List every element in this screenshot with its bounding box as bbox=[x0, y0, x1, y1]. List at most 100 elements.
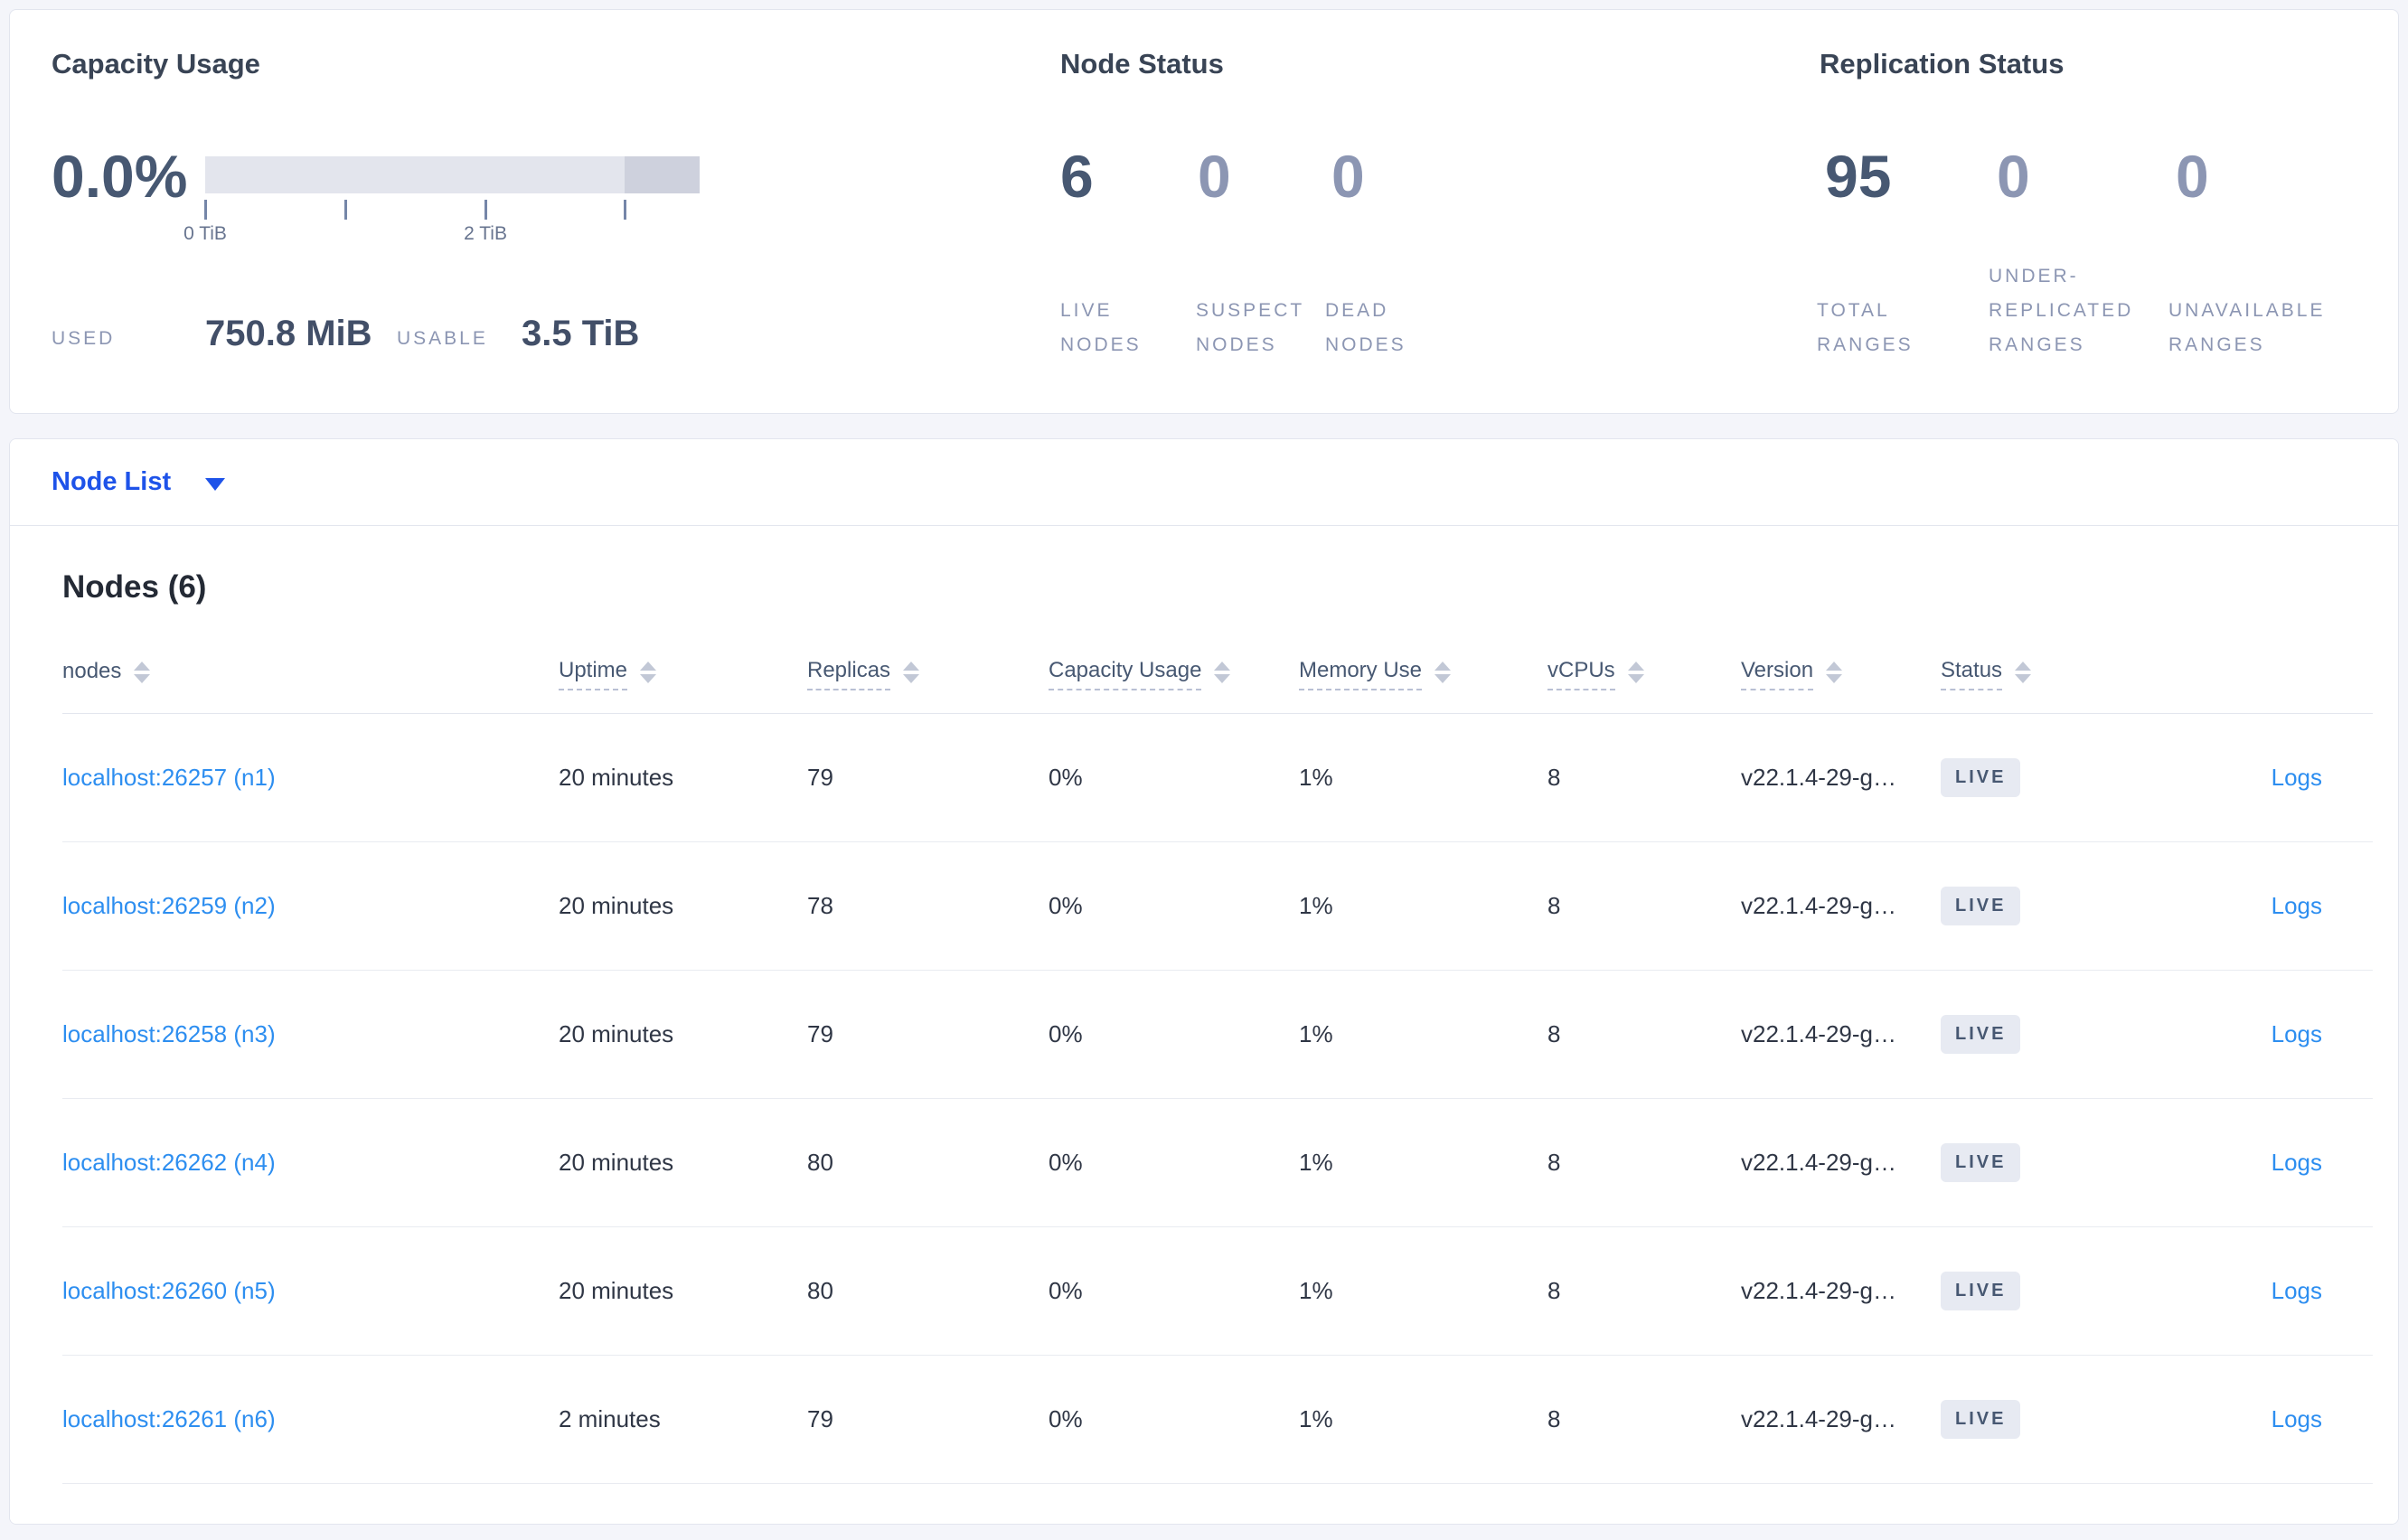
sort-icon bbox=[903, 661, 920, 683]
uptime-cell: 20 minutes bbox=[559, 764, 674, 791]
column-header-memory-use[interactable]: Memory Use bbox=[1299, 658, 1547, 690]
dead-nodes-label: DEAD NODES bbox=[1325, 300, 1406, 355]
replicas-cell: 79 bbox=[807, 1405, 833, 1432]
memory-use-cell: 1% bbox=[1299, 1020, 1333, 1047]
node-address-link[interactable]: localhost:26257 (n1) bbox=[62, 764, 276, 791]
capacity-usage-cell: 0% bbox=[1049, 892, 1083, 919]
live-nodes-count: 6 bbox=[1060, 143, 1094, 210]
version-cell: v22.1.4-29-g… bbox=[1741, 892, 1896, 919]
replicas-cell: 79 bbox=[807, 764, 833, 791]
uptime-cell: 20 minutes bbox=[559, 1277, 674, 1304]
usable-label: USABLE bbox=[397, 328, 488, 349]
logs-link[interactable]: Logs bbox=[2272, 1149, 2322, 1176]
capacity-usage-cell: 0% bbox=[1049, 1277, 1083, 1304]
replicas-cell: 80 bbox=[807, 1149, 833, 1176]
capacity-axis-tick-label: 0 TiB bbox=[183, 223, 227, 244]
column-header-nodes[interactable]: nodes bbox=[62, 659, 559, 690]
status-badge: LIVE bbox=[1941, 1143, 2021, 1182]
column-header-capacity-usage[interactable]: Capacity Usage bbox=[1049, 658, 1299, 690]
sort-icon bbox=[1214, 661, 1231, 683]
table-row: localhost:26260 (n5) 20 minutes 80 0% 1% 8 v22… bbox=[62, 1227, 2373, 1356]
node-list-dropdown[interactable]: Node List bbox=[52, 467, 226, 497]
capacity-usage-cell: 0% bbox=[1049, 1020, 1083, 1047]
status-badge: LIVE bbox=[1941, 1015, 2021, 1054]
vcpus-cell: 8 bbox=[1547, 892, 1561, 919]
table-row: localhost:26257 (n1) 20 minutes 79 0% 1% 8 v22… bbox=[62, 714, 2373, 842]
status-badge: LIVE bbox=[1941, 1400, 2021, 1439]
table-body: localhost:26257 (n1) 20 minutes 79 0% 1% 8 v22… bbox=[62, 714, 2373, 1484]
capacity-usage-cell: 0% bbox=[1049, 1149, 1083, 1176]
capacity-bar-segment-other bbox=[624, 156, 700, 193]
sort-icon bbox=[2015, 661, 2032, 683]
dead-nodes-count: 0 bbox=[1331, 143, 1365, 210]
replication-status-title: Replication Status bbox=[1820, 48, 2065, 80]
capacity-axis-tick bbox=[344, 200, 348, 220]
capacity-percent: 0.0% bbox=[52, 143, 188, 210]
logs-link[interactable]: Logs bbox=[2272, 1020, 2322, 1047]
under-replicated-count: 0 bbox=[1997, 143, 2030, 210]
suspect-nodes-count: 0 bbox=[1198, 143, 1231, 210]
live-nodes-label: LIVE NODES bbox=[1060, 300, 1142, 355]
status-badge: LIVE bbox=[1941, 1272, 2021, 1310]
sort-icon bbox=[640, 661, 657, 683]
logs-link[interactable]: Logs bbox=[2272, 892, 2322, 919]
replicas-cell: 79 bbox=[807, 1020, 833, 1047]
used-label: USED bbox=[52, 328, 116, 349]
logs-link[interactable]: Logs bbox=[2272, 1277, 2322, 1304]
status-badge: LIVE bbox=[1941, 758, 2021, 797]
replicas-cell: 80 bbox=[807, 1277, 833, 1304]
vcpus-cell: 8 bbox=[1547, 1149, 1561, 1176]
column-header-uptime[interactable]: Uptime bbox=[559, 658, 807, 690]
sort-icon bbox=[1826, 661, 1843, 683]
total-ranges-count: 95 bbox=[1825, 143, 1892, 210]
capacity-usage-title: Capacity Usage bbox=[52, 48, 260, 80]
column-header-status[interactable]: Status bbox=[1941, 658, 2152, 690]
node-address-link[interactable]: localhost:26261 (n6) bbox=[62, 1405, 276, 1432]
capacity-bar-ticks: 0 TiB 2 TiB bbox=[183, 200, 700, 244]
node-address-link[interactable]: localhost:26260 (n5) bbox=[62, 1277, 276, 1304]
capacity-bar-segment-usable bbox=[205, 156, 625, 193]
unavailable-ranges-label: UNAVAILABLE RANGES bbox=[2168, 300, 2326, 355]
vcpus-cell: 8 bbox=[1547, 1277, 1561, 1304]
node-list-card: Node List Nodes (6) nodes Uptime Replica… bbox=[9, 438, 2399, 1525]
logs-link[interactable]: Logs bbox=[2272, 1405, 2322, 1432]
uptime-cell: 2 minutes bbox=[559, 1405, 661, 1432]
usable-value: 3.5 TiB bbox=[522, 314, 640, 353]
node-status-title: Node Status bbox=[1060, 48, 1224, 80]
vcpus-cell: 8 bbox=[1547, 1020, 1561, 1047]
column-header-version[interactable]: Version bbox=[1741, 658, 1941, 690]
uptime-cell: 20 minutes bbox=[559, 1149, 674, 1176]
sort-icon bbox=[134, 661, 151, 683]
logs-link[interactable]: Logs bbox=[2272, 764, 2322, 791]
capacity-axis-tick bbox=[204, 200, 207, 220]
replicas-cell: 78 bbox=[807, 892, 833, 919]
table-header-row: nodes Uptime Replicas Capacity Usage Mem… bbox=[62, 634, 2373, 714]
column-header-replicas[interactable]: Replicas bbox=[807, 658, 1049, 690]
column-header-vcpus[interactable]: vCPUs bbox=[1547, 658, 1741, 690]
capacity-bar bbox=[205, 156, 700, 193]
sort-icon bbox=[1627, 661, 1644, 683]
version-cell: v22.1.4-29-g… bbox=[1741, 1277, 1896, 1304]
table-row: localhost:26259 (n2) 20 minutes 78 0% 1% 8 v22… bbox=[62, 842, 2373, 971]
memory-use-cell: 1% bbox=[1299, 1405, 1333, 1432]
table-row: localhost:26262 (n4) 20 minutes 80 0% 1% 8 v22… bbox=[62, 1099, 2373, 1227]
capacity-axis-tick bbox=[484, 200, 488, 220]
table-row: localhost:26261 (n6) 2 minutes 79 0% 1% 8 v22.… bbox=[62, 1356, 2373, 1484]
suspect-nodes-label: SUSPECT NODES bbox=[1196, 300, 1304, 355]
caret-down-icon bbox=[205, 477, 226, 491]
total-ranges-label: TOTAL RANGES bbox=[1817, 300, 1914, 355]
memory-use-cell: 1% bbox=[1299, 1277, 1333, 1304]
node-address-link[interactable]: localhost:26262 (n4) bbox=[62, 1149, 276, 1176]
node-address-link[interactable]: localhost:26258 (n3) bbox=[62, 1020, 276, 1047]
status-badge: LIVE bbox=[1941, 887, 2021, 925]
vcpus-cell: 8 bbox=[1547, 1405, 1561, 1432]
memory-use-cell: 1% bbox=[1299, 764, 1333, 791]
sort-icon bbox=[1434, 661, 1452, 683]
version-cell: v22.1.4-29-g… bbox=[1741, 1020, 1896, 1047]
memory-use-cell: 1% bbox=[1299, 1149, 1333, 1176]
cluster-summary-card: Capacity Usage 0.0% 0 TiB 2 TiB USED 750.… bbox=[9, 9, 2399, 414]
node-list-bar: Node List bbox=[10, 439, 2398, 526]
node-address-link[interactable]: localhost:26259 (n2) bbox=[62, 892, 276, 919]
unavailable-ranges-count: 0 bbox=[2176, 143, 2209, 210]
memory-use-cell: 1% bbox=[1299, 892, 1333, 919]
